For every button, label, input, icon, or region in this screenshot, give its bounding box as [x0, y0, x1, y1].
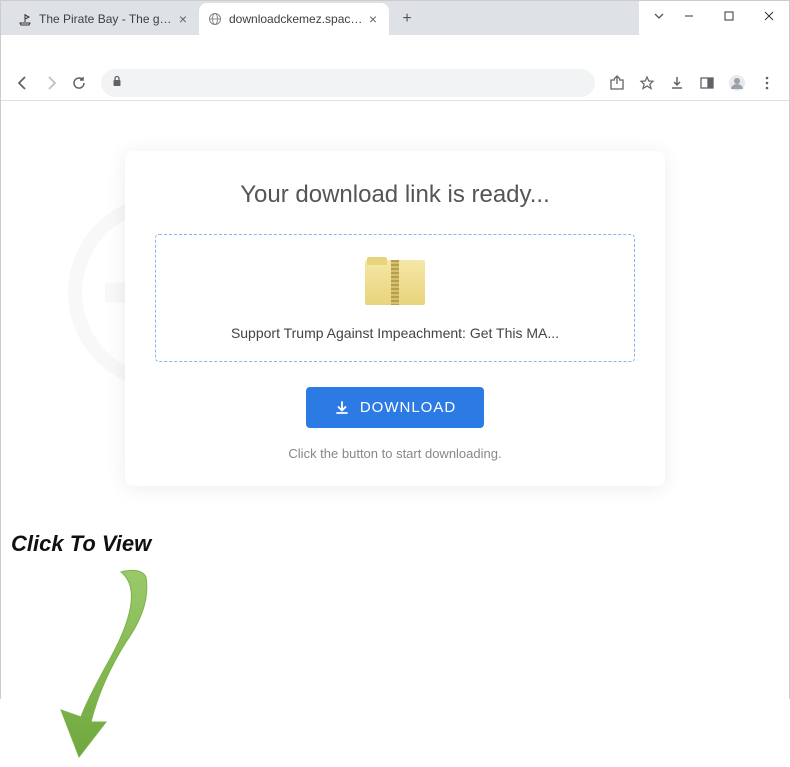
tab-title: downloadckemez.space/9/?7fk8… [229, 12, 363, 26]
toolbar [1, 65, 789, 101]
file-name: Support Trump Against Impeachment: Get T… [176, 325, 614, 341]
window-dropdown-icon[interactable] [649, 1, 669, 31]
side-panel-icon[interactable] [693, 69, 721, 97]
downloads-icon[interactable] [663, 69, 691, 97]
curved-arrow-icon [51, 562, 161, 767]
minimize-button[interactable] [669, 1, 709, 31]
bookmark-star-icon[interactable] [633, 69, 661, 97]
new-tab-button[interactable]: + [393, 5, 421, 33]
browser-tab[interactable]: downloadckemez.space/9/?7fk8… × [199, 3, 389, 35]
tab-close-button[interactable]: × [175, 11, 191, 27]
maximize-button[interactable] [709, 1, 749, 31]
close-window-button[interactable] [749, 1, 789, 31]
browser-tab[interactable]: The Pirate Bay - The galaxy's mo… × [9, 3, 199, 35]
card-title: Your download link is ready... [155, 181, 635, 209]
menu-icon[interactable] [753, 69, 781, 97]
browser-window: The Pirate Bay - The galaxy's mo… × down… [0, 0, 790, 699]
globe-favicon-icon [207, 11, 223, 27]
share-icon[interactable] [603, 69, 631, 97]
reload-button[interactable] [65, 69, 93, 97]
download-arrow-icon [334, 400, 350, 416]
profile-avatar-icon[interactable] [723, 69, 751, 97]
card-hint: Click the button to start downloading. [155, 446, 635, 461]
tab-bar: The Pirate Bay - The galaxy's mo… × down… [1, 1, 639, 35]
download-button[interactable]: DOWNLOAD [306, 387, 484, 428]
download-card: Your download link is ready... Support T… [125, 151, 665, 486]
file-preview-box: Support Trump Against Impeachment: Get T… [155, 234, 635, 362]
pirate-ship-favicon-icon [17, 11, 33, 27]
forward-button[interactable] [37, 69, 65, 97]
lock-icon [111, 75, 123, 90]
overlay-text: Click To View [11, 531, 161, 557]
tab-close-button[interactable]: × [365, 11, 381, 27]
back-button[interactable] [9, 69, 37, 97]
tab-title: The Pirate Bay - The galaxy's mo… [39, 12, 173, 26]
download-button-label: DOWNLOAD [360, 399, 456, 416]
overlay-annotation: Click To View [11, 531, 161, 767]
address-bar[interactable] [101, 69, 595, 97]
page-content: risk.com PC Your download link is ready.… [1, 101, 789, 728]
zip-file-icon [365, 255, 425, 305]
